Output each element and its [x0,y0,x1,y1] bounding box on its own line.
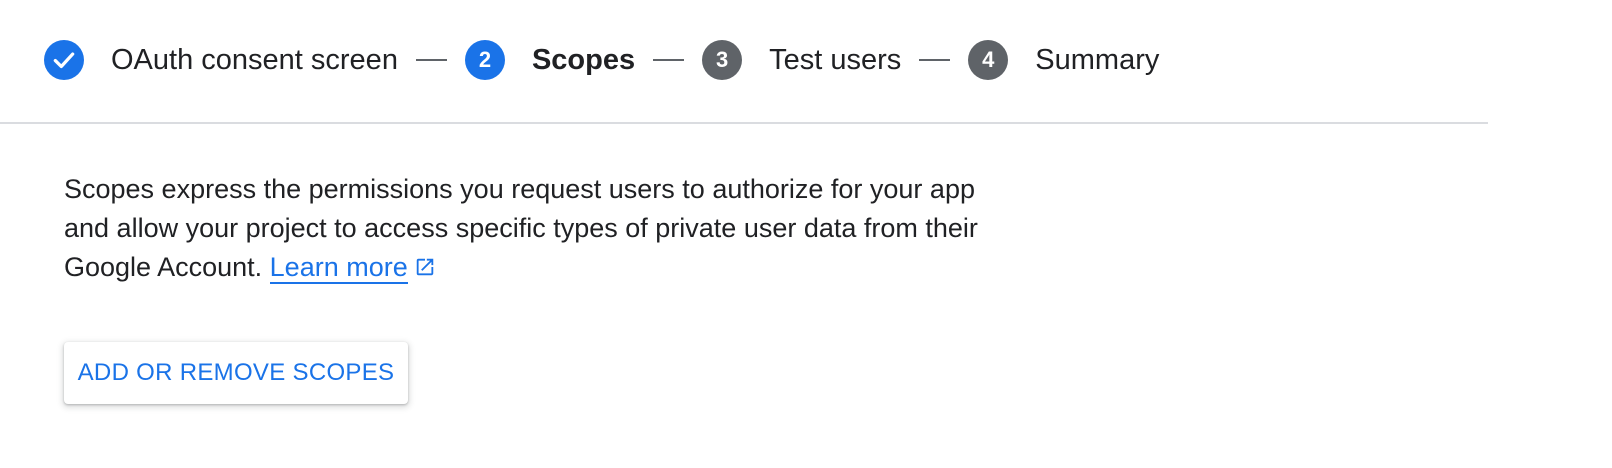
step-connector [415,59,447,61]
step-oauth-consent-screen[interactable]: OAuth consent screen [44,40,398,80]
scopes-description: Scopes express the permissions you reque… [64,170,1024,287]
step-connector [919,59,951,61]
learn-more-link[interactable]: Learn more [269,252,408,284]
stepper: OAuth consent screen 2 Scopes 3 Test use… [44,40,1159,80]
step-summary[interactable]: 4 Summary [968,40,1159,80]
description-text: Scopes express the permissions you reque… [64,174,978,282]
open-in-new-icon [416,258,433,276]
step-scopes[interactable]: 2 Scopes [464,40,636,80]
check-icon [53,52,75,69]
step-number: 3 [702,40,743,80]
step-connector [653,59,685,61]
step-label: Summary [1035,44,1160,76]
step-number: 4 [968,40,1009,80]
step-label: OAuth consent screen [111,44,398,76]
step-label: Scopes [531,44,636,76]
add-or-remove-scopes-button[interactable]: ADD OR REMOVE SCOPES [64,342,408,404]
step-complete-indicator [44,40,84,80]
step-number: 2 [464,40,505,80]
header-divider [0,122,1488,124]
learn-more-label: Learn more [269,252,408,282]
step-test-users[interactable]: 3 Test users [702,40,901,80]
step-label: Test users [769,44,902,76]
